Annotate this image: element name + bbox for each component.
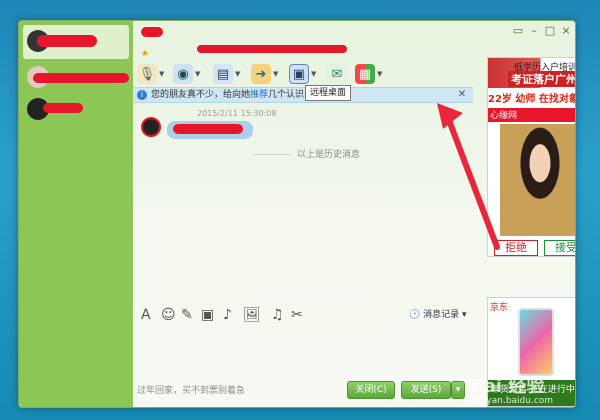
phone-image — [518, 308, 554, 376]
history-date: 2015/2/11 15:30:08 — [197, 109, 277, 118]
send-options-button[interactable]: ▾ — [451, 381, 465, 399]
ad-line2: 考证落户广州 — [508, 71, 575, 87]
music-icon[interactable]: ♫ — [271, 307, 284, 323]
star-icon[interactable]: ★ — [141, 49, 149, 59]
screen-share-button[interactable]: ▤ ▼ — [213, 63, 240, 85]
info-icon: i — [137, 90, 147, 100]
font-icon[interactable]: A — [141, 307, 151, 323]
minimize-button[interactable]: – — [527, 25, 541, 37]
emoji-icon[interactable]: ☺ — [161, 307, 176, 323]
message-log-button[interactable]: 🕑 消息记录 ▾ — [409, 307, 466, 320]
close-window-button[interactable]: × — [559, 25, 573, 37]
accept-button[interactable]: 接受 — [544, 240, 575, 256]
ad-photo — [500, 124, 575, 236]
chevron-down-icon: ▼ — [159, 70, 165, 78]
microphone-icon: 🎙 — [137, 64, 157, 84]
chevron-down-icon: ▼ — [311, 70, 317, 78]
apps-grid-icon: ▦ — [355, 64, 375, 84]
redacted-name — [37, 35, 97, 47]
shake-icon[interactable]: ✎ — [181, 307, 193, 323]
redacted-name — [43, 103, 83, 113]
history-divider: 以上是历史消息 — [253, 147, 393, 160]
friend-recommend-notice: i 您的朋友真不少，给向她推荐几个认识 — [133, 87, 473, 103]
message-bubble — [167, 121, 253, 139]
reject-button[interactable]: 拒绝 — [494, 240, 538, 256]
image-icon[interactable]: 🖼 — [243, 307, 261, 323]
input-placeholder: 过年回家，买不到票别着急 — [137, 386, 246, 396]
chevron-down-icon: ▼ — [195, 70, 201, 78]
chat-panel: ★ ▭ – □ × 🎙 ▼ ◉ ▼ ▤ ▼ ➜ ▼ ▣ ▼ ✉ ▦ ▼ i 您的朋友真不少，… — [133, 21, 576, 407]
voice-call-button[interactable]: 🎙 ▼ — [137, 63, 164, 85]
ad-brand: 京东 — [490, 303, 509, 313]
send-button[interactable]: 发送(S) — [401, 381, 451, 399]
message-log-label: 消息记录 — [423, 310, 460, 320]
watermark: Bai 经验 — [470, 376, 545, 397]
close-button[interactable]: 关闭(C) — [347, 381, 395, 399]
chevron-down-icon: ▼ — [273, 70, 279, 78]
redacted-title — [141, 27, 163, 37]
contact-item[interactable] — [23, 93, 129, 127]
chevron-down-icon: ▼ — [377, 70, 383, 78]
close-icon[interactable]: ✕ — [455, 87, 469, 103]
voice-message-icon[interactable]: ♪ — [223, 307, 232, 323]
redacted-name — [33, 73, 129, 83]
remote-desktop-icon: ▣ — [289, 64, 309, 84]
notice-tail: 几个认识 — [268, 90, 305, 100]
history-label[interactable]: 以上是历史消息 — [297, 150, 360, 160]
ad-brand: 心缘网 — [488, 108, 575, 122]
folder-transfer-icon: ➜ — [251, 64, 271, 84]
screen-share-icon: ▤ — [213, 64, 233, 84]
watermark-url: jingyan.baidu.com — [470, 396, 554, 406]
contact-item-selected[interactable] — [23, 25, 129, 59]
message-button[interactable]: ✉ — [327, 63, 347, 85]
remote-desktop-button[interactable]: ▣ ▼ — [289, 63, 316, 85]
video-icon: ◉ — [173, 64, 193, 84]
gif-icon[interactable]: ▣ — [201, 307, 214, 323]
file-transfer-button[interactable]: ➜ ▼ — [251, 63, 278, 85]
ad-banner-dating[interactable]: 低学历入户培训 考证落户广州 22岁 幼师 在找对象 心缘网 拒绝 接受 — [487, 57, 576, 257]
redacted-signature — [197, 45, 347, 53]
notice-recommend-link[interactable]: 推荐 — [250, 90, 268, 100]
skin-icon[interactable]: ▭ — [511, 25, 525, 37]
ad-line3: 22岁 幼师 在找对象 — [488, 94, 576, 105]
scissors-icon[interactable]: ✂ — [291, 307, 303, 323]
maximize-button[interactable]: □ — [543, 25, 557, 37]
remote-desktop-tooltip: 远程桌面 — [305, 85, 352, 101]
redacted-message — [173, 124, 243, 134]
avatar — [141, 117, 161, 137]
contact-sidebar — [19, 21, 133, 407]
chat-window: ★ ▭ – □ × 🎙 ▼ ◉ ▼ ▤ ▼ ➜ ▼ ▣ ▼ ✉ ▦ ▼ i 您的朋友真不少，… — [18, 20, 576, 408]
contact-item[interactable] — [23, 61, 129, 95]
chevron-down-icon: ▼ — [235, 70, 241, 78]
notice-text: 您的朋友真不少，给向她 — [151, 90, 251, 100]
message-bubble-icon: ✉ — [327, 64, 347, 84]
apps-button[interactable]: ▦ ▼ — [355, 63, 382, 85]
video-call-button[interactable]: ◉ ▼ — [173, 63, 200, 85]
